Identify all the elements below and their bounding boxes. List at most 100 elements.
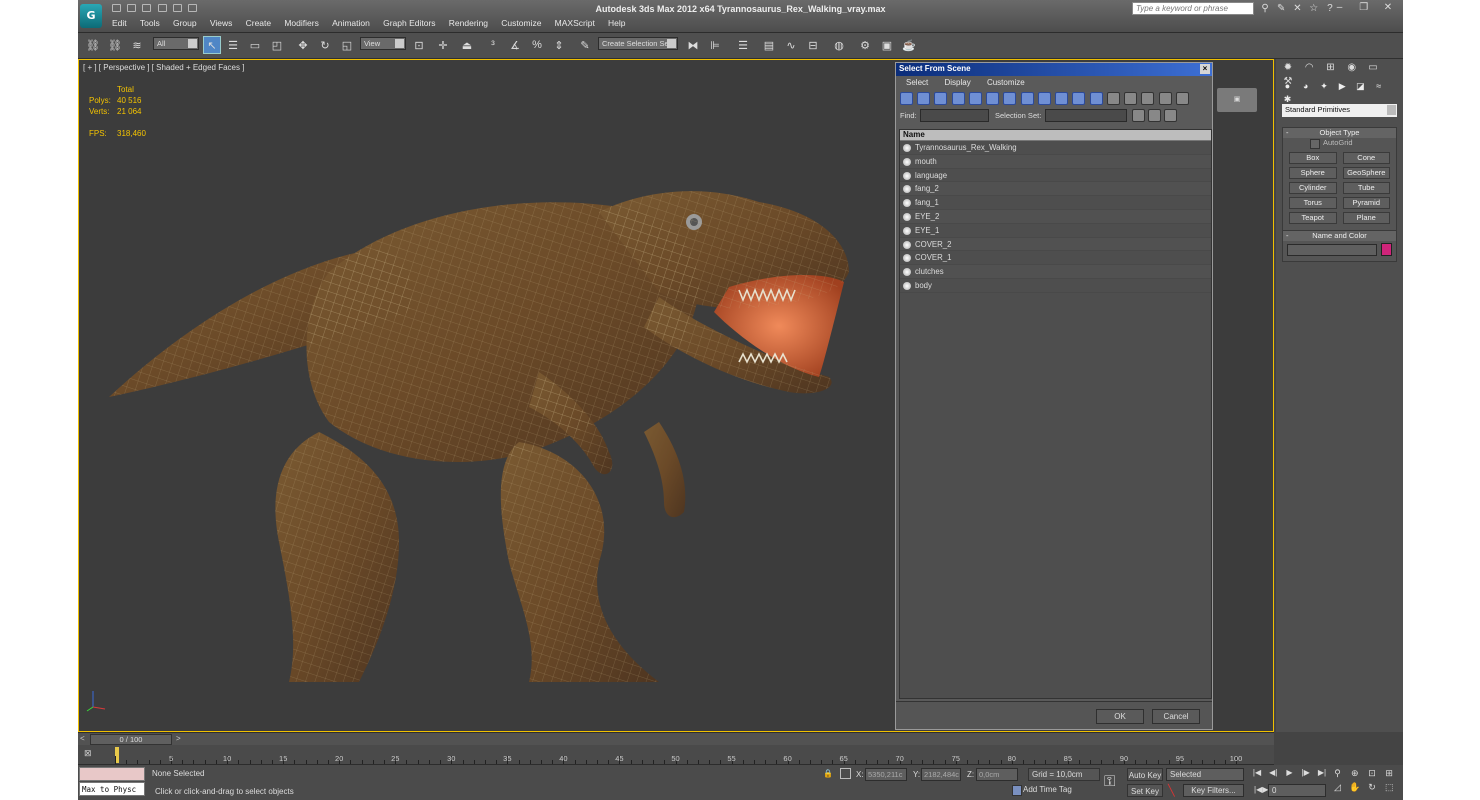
object-type-title[interactable]: Object Type bbox=[1283, 128, 1396, 138]
spinner-snap-icon[interactable]: ⇕ bbox=[550, 36, 568, 54]
scene-object-row[interactable]: EYE_1 bbox=[900, 224, 1211, 238]
ok-button[interactable]: OK bbox=[1096, 709, 1144, 724]
find-input[interactable] bbox=[920, 109, 989, 122]
next-frame-icon[interactable]: > bbox=[176, 734, 181, 743]
geometry-icon[interactable]: ● bbox=[1281, 81, 1294, 94]
selection-lock-icon[interactable]: 🔒 bbox=[823, 769, 833, 778]
menu-create[interactable]: Create bbox=[246, 18, 272, 28]
dialog-menu-customize[interactable]: Customize bbox=[987, 78, 1025, 87]
rectangular-selection-icon[interactable]: ▭ bbox=[246, 36, 264, 54]
time-tag-icon[interactable] bbox=[1012, 785, 1022, 796]
go-to-start-icon[interactable]: |◀ bbox=[1250, 768, 1264, 780]
tube-button[interactable]: Tube bbox=[1342, 182, 1390, 194]
scene-object-row[interactable]: body bbox=[900, 279, 1211, 293]
move-icon[interactable]: ✥ bbox=[294, 36, 312, 54]
box-button[interactable]: Box bbox=[1289, 152, 1337, 164]
display-cameras-icon[interactable] bbox=[951, 92, 965, 105]
create-tab-icon[interactable]: ✹ bbox=[1281, 62, 1295, 76]
menu-customize[interactable]: Customize bbox=[501, 18, 541, 28]
display-spacewarps-icon[interactable] bbox=[986, 92, 1000, 105]
previous-key-icon[interactable]: ◀| bbox=[1266, 768, 1280, 780]
menu-rendering[interactable]: Rendering bbox=[449, 18, 488, 28]
selection-set-add-icon[interactable] bbox=[1148, 109, 1161, 122]
pyramid-button[interactable]: Pyramid bbox=[1342, 197, 1390, 209]
set-key-button[interactable]: Set Key bbox=[1127, 784, 1163, 797]
space-warps-icon[interactable]: ≈ bbox=[1372, 81, 1385, 94]
menu-edit[interactable]: Edit bbox=[112, 18, 127, 28]
display-groups-icon[interactable] bbox=[1003, 92, 1017, 105]
bind-space-warp-icon[interactable]: ≋ bbox=[128, 36, 146, 54]
plane-button[interactable]: Plane bbox=[1342, 212, 1390, 224]
play-icon[interactable]: ▶ bbox=[1282, 768, 1296, 780]
cameras-icon[interactable]: ▶ bbox=[1336, 81, 1349, 94]
snaps-toggle-icon[interactable]: ³ bbox=[484, 36, 502, 54]
selection-filter-dropdown[interactable]: All bbox=[153, 37, 199, 50]
track-bar[interactable]: ⊠ 5 10 15 20 25 30 35 40 45 50 55 60 65 70 75 80 85 90 95 1… bbox=[78, 745, 1274, 765]
tyrannosaurus-model[interactable] bbox=[99, 122, 879, 682]
menu-views[interactable]: Views bbox=[210, 18, 233, 28]
shapes-icon[interactable]: ◕ bbox=[1299, 81, 1312, 94]
viewcube-icon[interactable]: ▣ bbox=[1217, 88, 1257, 112]
hierarchy-tab-icon[interactable]: ⊞ bbox=[1323, 62, 1337, 76]
communication-icon[interactable]: ✕ bbox=[1290, 3, 1304, 14]
go-to-end-icon[interactable]: ▶| bbox=[1315, 768, 1329, 780]
previous-frame-icon[interactable]: < bbox=[80, 734, 85, 743]
set-key-mode-icon[interactable]: ⚿ bbox=[1104, 773, 1115, 790]
zoom-all-icon[interactable]: ⊕ bbox=[1347, 768, 1362, 782]
display-shapes-icon[interactable] bbox=[917, 92, 931, 105]
maxscript-listener-output[interactable] bbox=[79, 767, 145, 781]
menu-graph-editors[interactable]: Graph Editors bbox=[383, 18, 435, 28]
link-icon[interactable]: ⛓ bbox=[84, 36, 102, 54]
menu-group[interactable]: Group bbox=[173, 18, 197, 28]
align-icon[interactable]: ⊫ bbox=[706, 36, 724, 54]
sphere-button[interactable]: Sphere bbox=[1289, 167, 1337, 179]
selection-set-edit-icon[interactable] bbox=[1132, 109, 1145, 122]
dialog-title-bar[interactable]: Select From Scene × bbox=[896, 63, 1212, 76]
maximize-viewport-icon[interactable]: ⬚ bbox=[1382, 782, 1397, 796]
add-time-tag[interactable]: Add Time Tag bbox=[1023, 785, 1072, 794]
select-invert-icon[interactable] bbox=[1141, 92, 1155, 105]
time-slider[interactable]: 0 / 100 bbox=[90, 734, 172, 745]
menu-animation[interactable]: Animation bbox=[332, 18, 370, 28]
filter-options-icon[interactable] bbox=[1175, 92, 1189, 105]
scene-object-row[interactable]: Tyrannosaurus_Rex_Walking bbox=[900, 141, 1211, 155]
restore-icon[interactable]: ❐ bbox=[1353, 2, 1375, 15]
next-key-icon[interactable]: |▶ bbox=[1299, 768, 1313, 780]
angle-snap-icon[interactable]: ∡ bbox=[506, 36, 524, 54]
current-frame-field[interactable]: 0 bbox=[1268, 784, 1326, 797]
manipulate-icon[interactable]: ✛ bbox=[434, 36, 452, 54]
display-hidden-icon[interactable] bbox=[1089, 92, 1103, 105]
unlink-icon[interactable]: ⛓ bbox=[106, 36, 124, 54]
z-coord-field[interactable]: 0,0cm bbox=[976, 768, 1018, 781]
close-icon[interactable]: ✕ bbox=[1377, 2, 1399, 15]
pivot-center-icon[interactable]: ⊡ bbox=[410, 36, 428, 54]
scene-object-row[interactable]: COVER_2 bbox=[900, 237, 1211, 252]
keyboard-shortcut-icon[interactable]: ⏏ bbox=[458, 36, 476, 54]
field-of-view-icon[interactable]: ◿ bbox=[1330, 782, 1345, 796]
display-frozen-icon[interactable] bbox=[1072, 92, 1086, 105]
geosphere-button[interactable]: GeoSphere bbox=[1342, 167, 1390, 179]
object-color-swatch[interactable] bbox=[1381, 243, 1392, 256]
edit-named-selection-icon[interactable]: ✎ bbox=[576, 36, 594, 54]
layer-manager-icon[interactable]: ☰ bbox=[734, 36, 752, 54]
orbit-icon[interactable]: ↻ bbox=[1364, 782, 1379, 796]
help-search-input[interactable]: Type a keyword or phrase bbox=[1132, 2, 1254, 15]
zoom-extents-all-icon[interactable]: ⊞ bbox=[1382, 768, 1397, 782]
zoom-icon[interactable]: ⚲ bbox=[1330, 768, 1345, 782]
display-geometry-icon[interactable] bbox=[900, 92, 913, 105]
x-coord-field[interactable]: 5350,211c bbox=[865, 768, 907, 781]
selection-set-dropdown[interactable] bbox=[1045, 109, 1127, 122]
viewport-label[interactable]: [ + ] [ Perspective ] [ Shaded + Edged F… bbox=[83, 63, 244, 72]
zoom-extents-icon[interactable]: ⊡ bbox=[1364, 768, 1379, 782]
select-none-icon[interactable] bbox=[1124, 92, 1138, 105]
render-setup-icon[interactable]: ⚙ bbox=[856, 36, 874, 54]
menu-help[interactable]: Help bbox=[608, 18, 625, 28]
key-filters-button[interactable]: Key Filters... bbox=[1183, 784, 1244, 797]
dialog-menu-display[interactable]: Display bbox=[944, 78, 970, 87]
absolute-mode-icon[interactable] bbox=[840, 768, 851, 779]
minimize-icon[interactable]: – bbox=[1329, 2, 1351, 15]
motion-tab-icon[interactable]: ◉ bbox=[1345, 62, 1359, 76]
helpers-icon[interactable]: ◪ bbox=[1354, 81, 1367, 94]
subscription-icon[interactable]: ✎ bbox=[1274, 3, 1288, 14]
dialog-menu-select[interactable]: Select bbox=[906, 78, 928, 87]
